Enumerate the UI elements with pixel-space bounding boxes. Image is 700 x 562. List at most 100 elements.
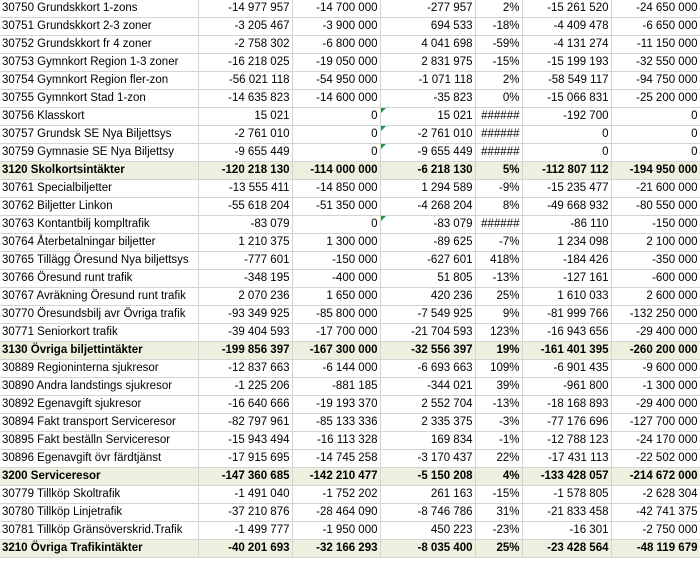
previous-year-cell[interactable]: -961 800 [522, 377, 612, 396]
deviation-percent-cell[interactable]: 8% [475, 197, 523, 216]
budget-cell[interactable]: -400 000 [292, 269, 381, 288]
budget-cell[interactable]: -6 800 000 [292, 35, 381, 54]
outcome-cell[interactable]: -1 491 040 [198, 485, 293, 504]
previous-year-cell[interactable]: -4 409 478 [522, 17, 612, 36]
deviation-cell[interactable]: 169 834 [380, 431, 476, 450]
account-name-cell[interactable]: 30766 Öresund runt trafik [0, 269, 199, 288]
annual-budget-cell[interactable]: -48 119 679 [611, 539, 700, 558]
deviation-cell[interactable]: 51 805 [380, 269, 476, 288]
previous-year-cell[interactable]: -58 549 117 [522, 71, 612, 90]
outcome-cell[interactable]: -15 943 494 [198, 431, 293, 450]
deviation-cell[interactable]: -4 268 204 [380, 197, 476, 216]
annual-budget-cell[interactable]: 2 600 000 [611, 287, 700, 306]
budget-cell[interactable]: -3 900 000 [292, 17, 381, 36]
annual-budget-cell[interactable]: -9 600 000 [611, 359, 700, 378]
deviation-percent-cell[interactable]: -15% [475, 485, 523, 504]
outcome-cell[interactable]: -17 915 695 [198, 449, 293, 468]
account-name-cell[interactable]: 30753 Gymnkort Region 1-3 zoner [0, 53, 199, 72]
outcome-cell[interactable]: -348 195 [198, 269, 293, 288]
previous-year-cell[interactable]: -16 301 [522, 521, 612, 540]
annual-budget-cell[interactable]: -11 150 000 [611, 35, 700, 54]
annual-budget-cell[interactable]: -21 600 000 [611, 179, 700, 198]
deviation-percent-cell[interactable]: -9% [475, 179, 523, 198]
outcome-cell[interactable]: -777 601 [198, 251, 293, 270]
account-name-cell[interactable]: 30756 Klasskort [0, 107, 199, 126]
deviation-percent-cell[interactable]: 4% [475, 467, 523, 486]
previous-year-cell[interactable]: 0 [522, 125, 612, 144]
deviation-cell[interactable]: 694 533 [380, 17, 476, 36]
account-name-cell[interactable]: 30780 Tillköp Linjetrafik [0, 503, 199, 522]
previous-year-cell[interactable]: -81 999 766 [522, 305, 612, 324]
outcome-cell[interactable]: -14 977 957 [198, 0, 293, 18]
outcome-cell[interactable]: -82 797 961 [198, 413, 293, 432]
annual-budget-cell[interactable]: -2 628 304 [611, 485, 700, 504]
deviation-percent-cell[interactable]: 31% [475, 503, 523, 522]
account-name-cell[interactable]: 30765 Tillägg Öresund Nya biljettsys [0, 251, 199, 270]
deviation-percent-cell[interactable]: 25% [475, 287, 523, 306]
budget-cell[interactable]: 1 300 000 [292, 233, 381, 252]
deviation-percent-cell[interactable]: 109% [475, 359, 523, 378]
annual-budget-cell[interactable]: -260 200 000 [611, 341, 700, 360]
deviation-percent-cell[interactable]: -3% [475, 413, 523, 432]
annual-budget-cell[interactable]: -150 000 [611, 215, 700, 234]
previous-year-cell[interactable]: -15 199 193 [522, 53, 612, 72]
deviation-cell[interactable]: -89 625 [380, 233, 476, 252]
deviation-percent-cell[interactable]: -23% [475, 521, 523, 540]
account-name-cell[interactable]: 30890 Andra landstings sjukresor [0, 377, 199, 396]
deviation-cell[interactable]: 2 552 704 [380, 395, 476, 414]
budget-cell[interactable]: 1 650 000 [292, 287, 381, 306]
previous-year-cell[interactable]: -4 131 274 [522, 35, 612, 54]
account-name-cell[interactable]: 30752 Grundskkort fr 4 zoner [0, 35, 199, 54]
outcome-cell[interactable]: -1 225 206 [198, 377, 293, 396]
account-name-cell[interactable]: 30762 Biljetter Linkon [0, 197, 199, 216]
annual-budget-cell[interactable]: -32 550 000 [611, 53, 700, 72]
deviation-percent-cell[interactable]: ###### [475, 215, 523, 234]
account-name-cell[interactable]: 30759 Gymnasie SE Nya Biljettsy [0, 143, 199, 162]
budget-cell[interactable]: -14 600 000 [292, 89, 381, 108]
previous-year-cell[interactable]: -184 426 [522, 251, 612, 270]
deviation-percent-cell[interactable]: 2% [475, 0, 523, 18]
previous-year-cell[interactable]: 1 234 098 [522, 233, 612, 252]
budget-cell[interactable]: -54 950 000 [292, 71, 381, 90]
deviation-percent-cell[interactable]: 22% [475, 449, 523, 468]
annual-budget-cell[interactable]: -29 400 000 [611, 395, 700, 414]
deviation-cell[interactable]: 2 335 375 [380, 413, 476, 432]
annual-budget-cell[interactable]: 0 [611, 107, 700, 126]
deviation-percent-cell[interactable]: -13% [475, 269, 523, 288]
deviation-percent-cell[interactable]: 39% [475, 377, 523, 396]
budget-cell[interactable]: -142 210 477 [292, 467, 381, 486]
outcome-cell[interactable]: -3 205 467 [198, 17, 293, 36]
previous-year-cell[interactable]: -1 578 805 [522, 485, 612, 504]
deviation-cell[interactable]: -2 761 010 [380, 125, 476, 144]
previous-year-cell[interactable]: -192 700 [522, 107, 612, 126]
outcome-cell[interactable]: -9 655 449 [198, 143, 293, 162]
deviation-cell[interactable]: -83 079 [380, 215, 476, 234]
account-name-cell[interactable]: 30779 Tillköp Skoltrafik [0, 485, 199, 504]
account-name-cell[interactable]: 30764 Återbetalningar biljetter [0, 233, 199, 252]
annual-budget-cell[interactable]: 0 [611, 143, 700, 162]
annual-budget-cell[interactable]: -127 700 000 [611, 413, 700, 432]
budget-cell[interactable]: -14 850 000 [292, 179, 381, 198]
outcome-cell[interactable]: -2 761 010 [198, 125, 293, 144]
budget-cell[interactable]: -167 300 000 [292, 341, 381, 360]
previous-year-cell[interactable]: -127 161 [522, 269, 612, 288]
deviation-cell[interactable]: 450 223 [380, 521, 476, 540]
deviation-percent-cell[interactable]: ###### [475, 107, 523, 126]
outcome-cell[interactable]: -39 404 593 [198, 323, 293, 342]
deviation-cell[interactable]: 2 831 975 [380, 53, 476, 72]
account-name-cell[interactable]: 30892 Egenavgift sjukresor [0, 395, 199, 414]
annual-budget-cell[interactable]: -80 550 000 [611, 197, 700, 216]
annual-budget-cell[interactable]: -94 750 000 [611, 71, 700, 90]
deviation-cell[interactable]: -344 021 [380, 377, 476, 396]
previous-year-cell[interactable]: -18 168 893 [522, 395, 612, 414]
deviation-percent-cell[interactable]: -18% [475, 17, 523, 36]
deviation-percent-cell[interactable]: 123% [475, 323, 523, 342]
deviation-percent-cell[interactable]: 19% [475, 341, 523, 360]
deviation-cell[interactable]: 261 163 [380, 485, 476, 504]
budget-cell[interactable]: 0 [292, 107, 381, 126]
account-name-cell[interactable]: 30755 Gymnkort Stad 1-zon [0, 89, 199, 108]
outcome-cell[interactable]: -14 635 823 [198, 89, 293, 108]
deviation-cell[interactable]: -3 170 437 [380, 449, 476, 468]
previous-year-cell[interactable]: 0 [522, 143, 612, 162]
account-name-cell[interactable]: 30757 Grundsk SE Nya Biljettsys [0, 125, 199, 144]
